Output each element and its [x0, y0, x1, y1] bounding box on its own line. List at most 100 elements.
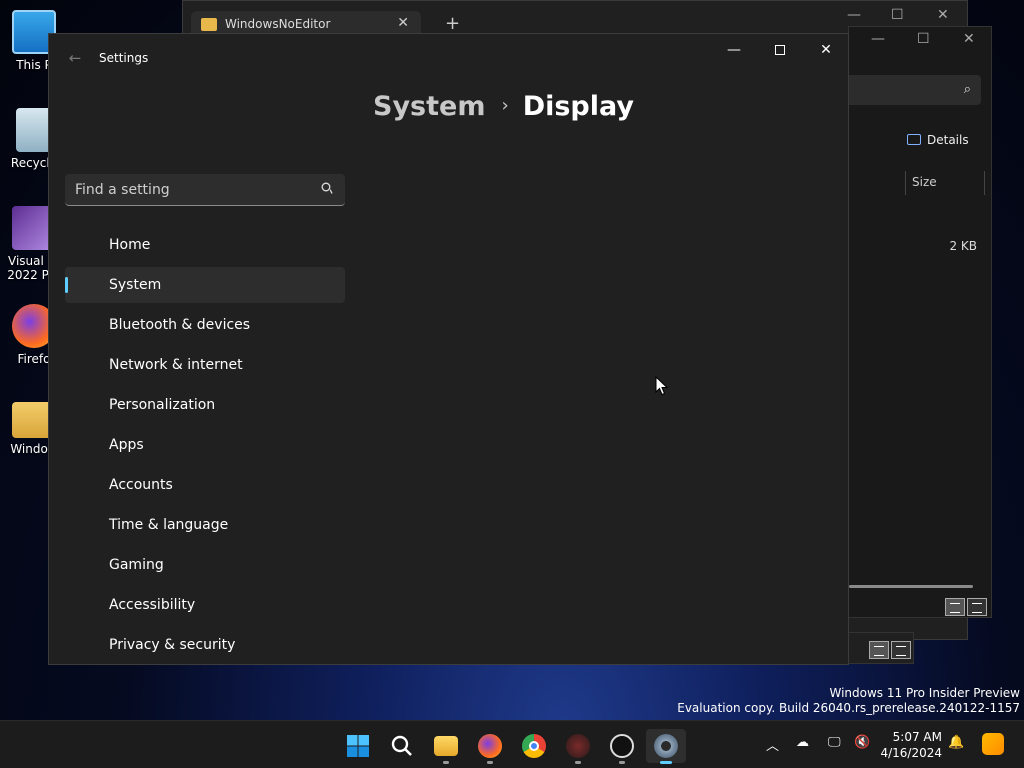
close-icon: ✕ [820, 42, 832, 58]
taskbar-unreal-engine[interactable] [602, 729, 642, 764]
taskbar-file-explorer[interactable] [426, 729, 466, 764]
maximize-icon [775, 45, 785, 55]
maximize-icon[interactable]: ☐ [917, 31, 930, 47]
clock-time: 5:07 AM [892, 730, 942, 744]
os-build-watermark: Windows 11 Pro Insider Preview Evaluatio… [677, 686, 1020, 716]
taskbar-chrome[interactable] [514, 729, 554, 763]
sidebar-item-time-language[interactable]: Time & language [65, 507, 345, 543]
page-title: Display [522, 91, 634, 122]
watermark-line-2: Evaluation copy. Build 26040.rs_prerelea… [677, 701, 1020, 715]
back-arrow-icon[interactable]: ← [65, 48, 85, 68]
clock-date: 4/16/2024 [880, 746, 942, 760]
details-view-button[interactable] [945, 598, 965, 616]
search-icon: ⌕ [963, 82, 971, 97]
large-icons-view-button[interactable] [891, 641, 911, 659]
chevron-up-icon[interactable]: ︿ [766, 735, 779, 754]
notification-bell-icon[interactable]: 🔔 [948, 735, 964, 750]
breadcrumb: System › Display [373, 91, 634, 122]
column-header-size[interactable]: Size [905, 171, 985, 195]
new-tab-icon[interactable]: + [445, 13, 460, 34]
running-indicator [487, 761, 493, 764]
running-indicator [619, 761, 625, 764]
start-button[interactable] [338, 729, 378, 763]
sidebar-item-label: Bluetooth & devices [109, 317, 251, 333]
file-explorer-icon [434, 736, 458, 756]
game-app-icon [566, 734, 590, 758]
settings-gear-icon [654, 734, 678, 758]
details-label: Details [927, 133, 969, 147]
sidebar-item-privacy-security[interactable]: Privacy & security [65, 627, 345, 663]
sidebar-item-personalization[interactable]: Personalization [65, 387, 345, 423]
details-pane-button[interactable]: Details [907, 133, 969, 147]
sidebar-item-home[interactable]: Home [65, 227, 345, 263]
sidebar-item-bluetooth-devices[interactable]: Bluetooth & devices [65, 307, 345, 343]
title-bar[interactable]: ← Settings — ✕ [49, 34, 848, 82]
active-indicator [660, 761, 672, 764]
sidebar-item-label: Apps [109, 437, 144, 453]
maximize-button[interactable] [757, 34, 803, 66]
mouse-cursor-icon [655, 376, 669, 396]
explorer-search-box[interactable]: ⌕ [849, 75, 981, 105]
sidebar-item-label: Personalization [109, 397, 216, 413]
file-size-value: 2 KB [949, 239, 977, 253]
details-pane-icon [907, 134, 921, 145]
sidebar-item-label: Time & language [109, 517, 229, 533]
onedrive-offline-icon[interactable]: ☁ [796, 735, 809, 750]
sidebar-item-network-internet[interactable]: Network & internet [65, 347, 345, 383]
search-icon[interactable] [321, 182, 333, 194]
sidebar-item-system[interactable]: System [65, 267, 345, 303]
copilot-preview-icon[interactable] [982, 733, 1004, 755]
breadcrumb-parent[interactable]: System [373, 91, 485, 122]
search-icon [391, 735, 412, 756]
sidebar-item-label: Gaming [109, 557, 164, 573]
network-icon[interactable]: 🖵 [828, 735, 841, 750]
chrome-icon-center [529, 741, 539, 751]
file-explorer-window-lower [848, 632, 914, 664]
explorer-tab-title: WindowsNoEditor [225, 17, 331, 31]
start-icon [347, 735, 369, 757]
file-explorer-window: — ☐ ✕ ⌕ Details Size 2 KB [848, 26, 992, 618]
close-icon[interactable]: ✕ [937, 7, 949, 23]
column-header-label: Size [912, 175, 937, 189]
volume-muted-icon[interactable]: 🔇 [854, 735, 870, 750]
find-setting-search[interactable] [65, 174, 345, 206]
taskbar-game-app[interactable] [558, 729, 598, 764]
details-view-button[interactable] [869, 641, 889, 659]
settings-nav: Home System Bluetooth & devices Network … [65, 227, 345, 664]
taskbar: ︿ ☁ 🖵 🔇 5:07 AM 4/16/2024 🔔 [0, 720, 1024, 768]
search-input[interactable] [65, 174, 305, 205]
folder-icon [201, 18, 217, 31]
recycle-bin-icon [16, 108, 52, 152]
taskbar-settings[interactable] [646, 729, 686, 764]
close-icon[interactable]: ✕ [397, 15, 409, 31]
large-icons-view-button[interactable] [967, 598, 987, 616]
minimize-icon: — [727, 42, 741, 58]
sidebar-item-label: Accounts [109, 477, 173, 493]
watermark-line-1: Windows 11 Pro Insider Preview [829, 686, 1020, 700]
app-title: Settings [99, 51, 149, 65]
sidebar-item-accessibility[interactable]: Accessibility [65, 587, 345, 623]
sidebar-item-apps[interactable]: Apps [65, 427, 345, 463]
sidebar-item-gaming[interactable]: Gaming [65, 547, 345, 583]
taskbar-firefox[interactable] [470, 729, 510, 764]
firefox-icon [478, 734, 502, 758]
horizontal-scrollbar[interactable] [849, 585, 973, 588]
sidebar-item-label: System [109, 277, 162, 293]
close-icon[interactable]: ✕ [963, 31, 975, 47]
sidebar-item-label: Accessibility [109, 597, 196, 613]
unreal-engine-icon [610, 734, 634, 758]
maximize-icon[interactable]: ☐ [891, 7, 904, 23]
sidebar-item-label: Privacy & security [109, 637, 236, 653]
minimize-button[interactable]: — [711, 34, 757, 66]
minimize-icon[interactable]: — [871, 31, 885, 47]
chevron-right-icon: › [501, 95, 509, 116]
sidebar-item-label: Network & internet [109, 357, 243, 373]
minimize-icon[interactable]: — [847, 7, 861, 23]
running-indicator [443, 761, 449, 764]
sidebar-item-accounts[interactable]: Accounts [65, 467, 345, 503]
close-button[interactable]: ✕ [803, 34, 848, 66]
clock[interactable]: 5:07 AM 4/16/2024 [880, 729, 942, 761]
taskbar-search-button[interactable] [382, 729, 422, 763]
settings-window: ← Settings — ✕ System › Display Home Syste… [48, 33, 849, 665]
running-indicator [575, 761, 581, 764]
